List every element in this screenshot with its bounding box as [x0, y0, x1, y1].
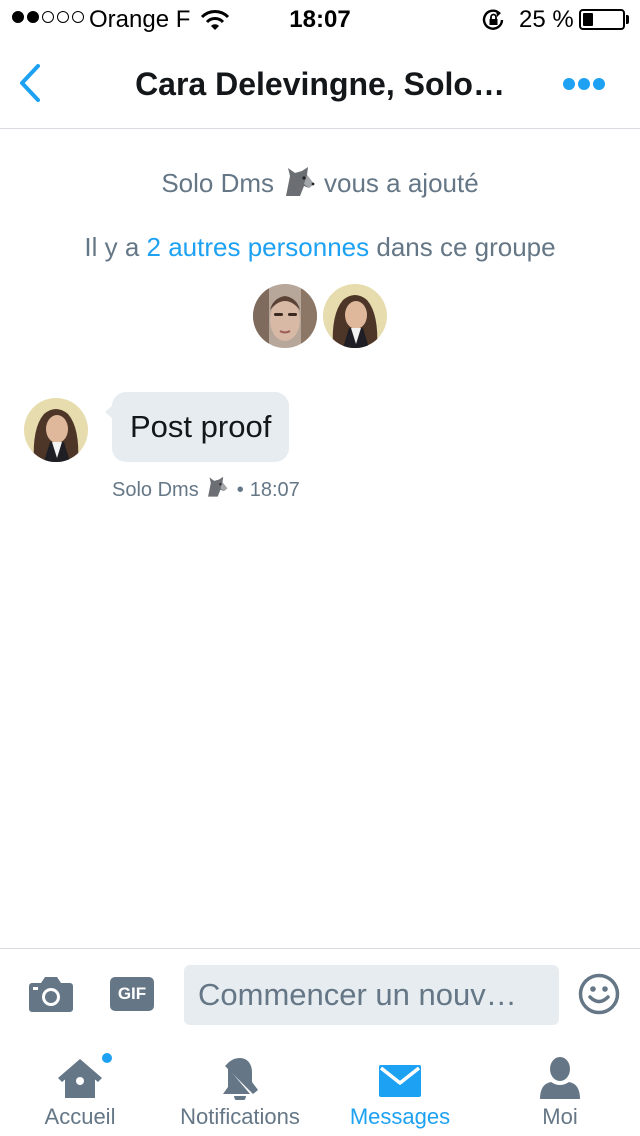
avatar[interactable]: [253, 284, 317, 348]
rotation-lock-icon: [481, 8, 507, 39]
composer-bar: GIF: [0, 948, 640, 1040]
group-suffix: dans ce groupe: [376, 232, 556, 262]
group-members-link[interactable]: 2 autres personnes: [147, 232, 370, 262]
added-suffix: vous a ajouté: [324, 168, 479, 198]
bell-icon: [220, 1054, 260, 1100]
emoji-button[interactable]: [578, 973, 620, 1020]
tab-label: Moi: [542, 1104, 578, 1129]
sender-avatar[interactable]: [24, 398, 88, 462]
more-dot: [593, 78, 605, 90]
tab-label: Notifications: [180, 1104, 300, 1129]
separator-dot: •: [236, 478, 244, 501]
notification-dot: [101, 1052, 113, 1064]
avatar[interactable]: [323, 284, 387, 348]
camera-button[interactable]: [28, 975, 74, 1018]
back-button[interactable]: [8, 60, 52, 106]
envelope-icon: [378, 1054, 422, 1100]
message-meta: Solo Dms • 18:07: [112, 476, 300, 504]
message-input[interactable]: [184, 965, 559, 1025]
tab-accueil[interactable]: Accueil: [0, 1040, 160, 1136]
conversation-title[interactable]: Cara Delevingne, Solo…: [90, 66, 550, 103]
group-notice: Il y a 2 autres personnes dans ce groupe: [0, 232, 640, 263]
nav-bar: Cara Delevingne, Solo…: [0, 40, 640, 129]
battery-fill: [583, 13, 593, 26]
tab-moi[interactable]: Moi: [480, 1040, 640, 1136]
battery-icon: [579, 9, 625, 30]
chevron-left-icon: [20, 64, 40, 102]
message-bubble[interactable]: Post proof: [112, 392, 290, 462]
message-sender: Solo Dms: [112, 478, 199, 501]
battery-tip: [626, 15, 629, 24]
tab-label: Accueil: [44, 1104, 116, 1129]
tab-label: Messages: [349, 1104, 451, 1129]
wolf-icon: [205, 476, 229, 504]
tab-bar: Accueil Notifications Messages Moi: [0, 1040, 640, 1136]
smiley-icon: [578, 973, 620, 1015]
tab-notifications[interactable]: Notifications: [160, 1040, 320, 1136]
message-time: 18:07: [249, 478, 300, 501]
added-notice: Solo Dms vous a ajouté: [0, 166, 640, 205]
gif-button[interactable]: GIF: [110, 977, 154, 1011]
group-avatars: [0, 284, 640, 348]
battery-percentage: 25 %: [519, 6, 574, 33]
more-options-button[interactable]: [556, 62, 612, 106]
camera-icon: [29, 977, 73, 1012]
home-icon: [55, 1054, 105, 1100]
added-by-name: Solo Dms: [161, 168, 275, 198]
more-dot: [563, 78, 575, 90]
group-prefix: Il y a: [84, 232, 140, 262]
person-icon: [538, 1054, 582, 1100]
more-dot: [578, 78, 590, 90]
tab-messages[interactable]: Messages: [320, 1040, 480, 1136]
status-bar: Orange F 18:07 25 %: [0, 0, 640, 40]
wolf-icon: [282, 166, 316, 205]
